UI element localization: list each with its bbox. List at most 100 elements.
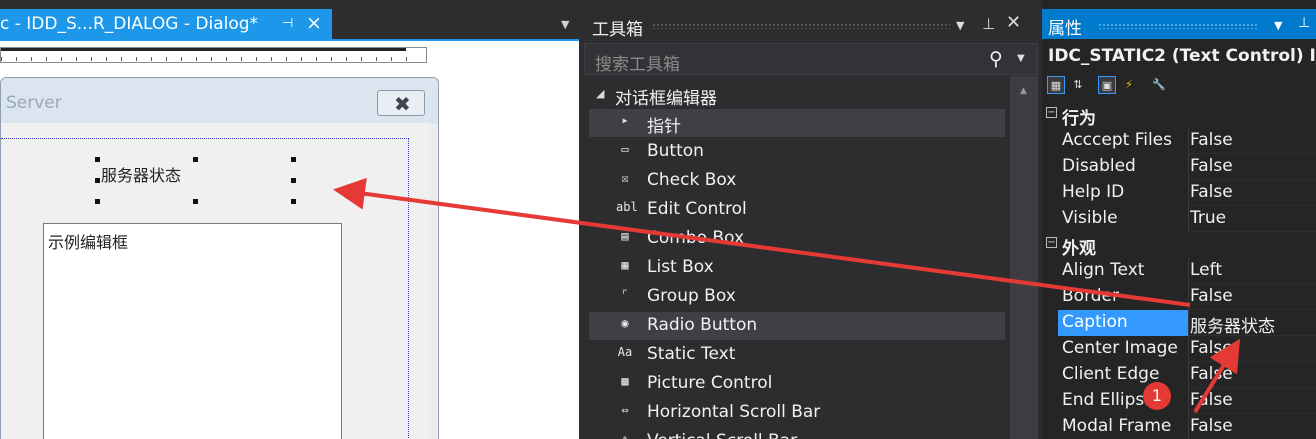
property-row[interactable]: Modal Frame False [1058,414,1316,439]
collapse-triangle-icon[interactable]: ◢ [596,87,604,100]
property-value[interactable]: False [1190,286,1233,306]
toolbox-item[interactable]: ☒ Check Box [589,167,1005,195]
selection-handle[interactable] [291,178,296,183]
property-value[interactable]: False [1190,364,1233,384]
pin-icon[interactable]: ⊥ [982,15,995,33]
toolbox-item[interactable]: ▸ 指针 [589,109,1005,137]
toolbox-item[interactable]: ◉ Radio Button [589,312,1005,340]
property-row[interactable]: Help ID False [1058,180,1316,206]
toolbox-item-label: Static Text [647,344,736,364]
property-value[interactable]: True [1190,208,1226,228]
property-name: Visible [1062,208,1118,228]
property-category-label: 外观 [1062,239,1096,259]
property-name-cell[interactable]: Caption [1058,310,1189,336]
property-row[interactable]: End Ellipsis False [1058,388,1316,414]
pin-icon[interactable]: ⊣ [282,16,296,31]
property-value[interactable]: Left [1190,260,1222,280]
properties-grip[interactable] [1098,23,1258,29]
property-name-cell[interactable]: Disabled [1058,154,1189,180]
dialog-titlebar: Server ✖ [1,78,438,124]
selection-handle[interactable] [291,157,296,162]
chevron-down-icon[interactable]: ▼ [561,18,571,31]
toolbox-item[interactable]: ▦ List Box [589,254,1005,282]
selection-handle[interactable] [193,157,198,162]
radio-button-icon: ◉ [621,316,629,330]
property-name-cell[interactable]: Visible [1058,206,1189,232]
dialog-close-button[interactable]: ✖ [377,90,425,116]
picture-control-icon: ▩ [621,374,629,388]
events-icon[interactable]: ⚡ [1120,76,1138,94]
property-value[interactable]: 服务器状态 [1190,312,1275,337]
selection-handle[interactable] [95,157,100,162]
checkbox-icon: ☒ [621,171,629,185]
property-row[interactable]: Visible True [1058,206,1316,232]
property-name-cell[interactable]: Modal Frame [1058,414,1189,439]
toolbox-item[interactable]: abl Edit Control [589,196,1005,224]
chevron-down-icon[interactable]: ▼ [956,19,964,32]
chevron-down-icon[interactable]: ▼ [1017,53,1025,64]
collapse-icon[interactable]: − [1046,237,1057,248]
property-value[interactable]: False [1190,156,1233,176]
search-icon[interactable]: ⚲ [989,48,1003,70]
property-name-cell[interactable]: Help ID [1058,180,1189,206]
pin-icon[interactable]: ⊥ [1298,15,1310,31]
toolbox-group-header[interactable]: ◢ 对话框编辑器 [584,81,1004,109]
edit-control-text: 示例编辑框 [48,233,129,252]
property-name-cell[interactable]: Client Edge [1058,362,1189,388]
toolbox-item-label: List Box [647,257,714,277]
property-name-cell[interactable]: Border [1058,284,1189,310]
property-value[interactable]: False [1190,390,1233,410]
property-name-cell[interactable]: Center Image [1058,336,1189,362]
property-row[interactable]: Border False [1058,284,1316,310]
toolbox-item-label: Vertical Scroll Bar [647,431,797,439]
annotation-badge: 1 [1143,382,1171,410]
categorized-icon[interactable]: ▦ [1047,76,1065,94]
toolbox-grip[interactable] [652,23,950,29]
toolbox-title: 工具箱 [592,20,643,40]
property-value[interactable]: False [1190,416,1233,436]
edit-control[interactable]: 示例编辑框 [43,223,342,439]
toolbox-search-input[interactable]: 搜索工具箱 ⚲ ▼ [584,43,1038,75]
toolbox-item[interactable]: ▭ Button [589,138,1005,166]
static-text-control[interactable]: 服务器状态 [101,162,181,186]
property-value[interactable]: False [1190,338,1233,358]
toolbox-item-label: 指针 [647,117,681,137]
selection-handle[interactable] [291,199,296,204]
toolbox-item[interactable]: Aa Static Text [589,341,1005,369]
property-row[interactable]: Acccept Files False [1058,128,1316,154]
close-icon[interactable]: ✕ [1006,12,1021,33]
property-row[interactable]: Disabled False [1058,154,1316,180]
toolbox-item[interactable]: ▤ Combo Box [589,225,1005,253]
properties-pane: 属性 ▼ ⊥ IDC_STATIC2 (Text Control) IS ▦ ⇅… [1042,0,1316,439]
toolbox-item[interactable]: ⌜ Group Box [589,283,1005,311]
scroll-up-icon[interactable]: ▲ [1020,86,1027,96]
property-category[interactable]: − 行为 [1042,102,1316,129]
selection-handle[interactable] [95,178,100,183]
dialog-editor-pane[interactable]: c - IDD_S...R_DIALOG - Dialog* ⊣ × ▼ Ser… [0,0,579,439]
property-row[interactable]: Center Image False [1058,336,1316,362]
pointer-icon: ▸ [621,113,629,127]
collapse-icon[interactable]: − [1046,107,1057,118]
property-value[interactable]: False [1190,182,1233,202]
property-pages-icon[interactable]: 🔧 [1150,76,1168,94]
property-row[interactable]: Caption 服务器状态 [1058,310,1316,337]
combo-box-icon: ▤ [621,229,629,243]
properties-object-name[interactable]: IDC_STATIC2 (Text Control) IS [1048,46,1316,66]
chevron-down-icon[interactable]: ▼ [1274,19,1282,32]
toolbox-scrollbar[interactable]: ▲ [1010,76,1038,439]
property-name-cell[interactable]: Align Text [1058,258,1189,284]
selection-handle[interactable] [193,199,198,204]
alphabetical-icon[interactable]: ⇅ [1069,76,1087,94]
property-category[interactable]: − 外观 [1042,232,1316,259]
close-icon[interactable]: × [306,12,326,34]
toolbox-item[interactable]: ▩ Picture Control [589,370,1005,398]
selection-handle[interactable] [95,199,100,204]
property-row[interactable]: Align Text Left [1058,258,1316,284]
property-value[interactable]: False [1190,130,1233,150]
editor-document-tab[interactable]: c - IDD_S...R_DIALOG - Dialog* ⊣ × [0,9,332,39]
toolbox-item[interactable]: ⇕ Vertical Scroll Bar [589,428,1005,439]
property-name-cell[interactable]: Acccept Files [1058,128,1189,154]
toolbox-item[interactable]: ⇔ Horizontal Scroll Bar [589,399,1005,427]
properties-icon[interactable]: ▣ [1098,76,1116,94]
property-row[interactable]: Client Edge False [1058,362,1316,388]
